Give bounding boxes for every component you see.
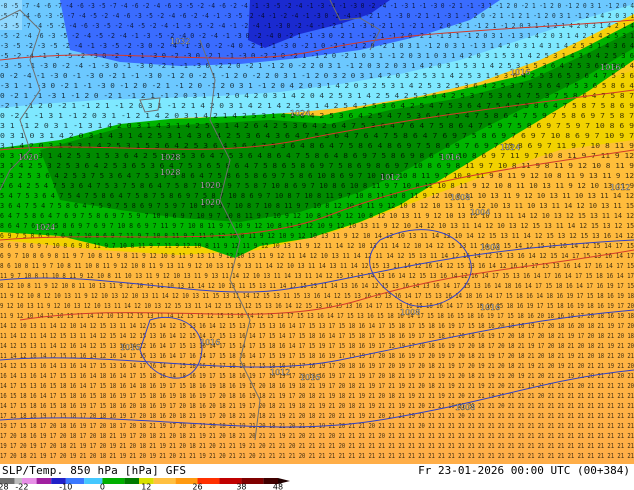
isobar-label: 1020: [200, 198, 220, 207]
colorbar-tick-label: -10: [59, 483, 72, 490]
isobar-label: 1024: [290, 109, 310, 118]
isobar-label: 1012: [610, 183, 630, 192]
digit-row: 6 9 7 5 8 6 9 7 6 9 7 10 8 6 9 7 11 9 7 …: [0, 232, 634, 240]
digit-row: 9 12 10 13 11 9 12 10 13 12 10 13 11 14 …: [0, 302, 634, 310]
digit-row: 8 6 9 8 6 9 7 10 8 6 9 8 11 9 7 10 8 11 …: [0, 242, 634, 250]
valid-time: Fr 23-01-2026 00:00 UTC (00+384): [418, 464, 630, 477]
colorbar-tick-label: -28: [0, 483, 9, 490]
colorbar-tick-label: 26: [192, 483, 202, 490]
digit-row: 14 12 10 13 11 14 12 10 14 12 15 13 11 1…: [0, 322, 634, 330]
digit-row: 8 6 4 7 6 9 7 5 8 6 9 7 6 9 7 10 8 6 9 7…: [0, 222, 634, 230]
isobar-label: 1024: [35, 223, 55, 232]
isobar-label: 1028: [160, 168, 180, 177]
digit-row: 3 6 4 7 5 4 7 5 8 6 4 7 5 9 7 5 8 6 9 7 …: [0, 202, 634, 210]
digit-row: 11 14 12 11 14 12 15 13 11 14 12 15 14 1…: [0, 332, 634, 340]
digit-row: 5 3 2 5 3 6 4 2 5 3 7 5 3 6 4 7 5 3 7 5 …: [0, 172, 634, 180]
digit-row: -3 1 -1 -3 0 -2 1 -1 -3 0 -1 2 0 -2 1 -1…: [0, 82, 634, 90]
digit-row: 3 6 4 2 5 4 7 5 3 6 4 7 5 3 7 5 8 6 4 7 …: [0, 182, 634, 190]
colorbar-swatch: [102, 478, 125, 484]
isobar-label: 1012: [380, 173, 400, 182]
digit-row: 3 1 -1 2 0 3 1 -1 3 1 4 2 0 3 1 4 3 1 4 …: [0, 122, 634, 130]
digit-row: 3 1 4 2 5 3 2 5 3 6 4 2 5 3 6 5 3 6 4 7 …: [0, 162, 634, 170]
digit-row: 19 17 20 19 17 20 18 21 19 17 20 19 21 2…: [0, 442, 634, 450]
map-footer: SLP/Temp. 850 hPa [hPa] GFS Fr 23-01-202…: [0, 464, 634, 490]
digit-row: 8 12 10 8 11 9 12 10 8 11 10 13 11 9 12 …: [0, 282, 634, 290]
digit-row: 14 17 15 18 16 15 18 16 19 17 15 18 16 2…: [0, 402, 634, 410]
isobar-label: 1016: [600, 63, 620, 72]
isobar-label: 1000: [480, 243, 500, 252]
colorbar-tick-label: 48: [273, 483, 283, 490]
isobar-label: 1016: [480, 303, 500, 312]
digit-row: -8 -5 -7 -4 -6 -7 -4 -6 -3 -5 -7 -4 -6 -…: [0, 2, 634, 10]
digit-row: 0 3 1 0 3 1 4 2 0 3 1 4 3 1 4 2 5 3 1 4 …: [0, 132, 634, 140]
colorbar-swatch: [153, 478, 176, 484]
digit-row: 8 6 10 8 11 9 7 10 8 11 10 8 11 9 12 10 …: [0, 262, 634, 270]
digit-row: 16 15 18 16 14 17 15 18 16 15 18 16 19 1…: [0, 392, 634, 400]
digit-row: 6 4 7 5 8 6 4 7 6 9 7 5 8 6 9 7 5 9 7 10…: [0, 212, 634, 220]
digit-row: 17 20 18 21 19 17 20 19 21 20 18 21 19 2…: [0, 452, 634, 460]
isobar-label: 1016: [300, 373, 320, 382]
isobar-label: 1008: [450, 193, 470, 202]
digit-row: 5 4 7 5 3 6 4 7 5 4 7 5 8 6 4 7 5 8 7 5 …: [0, 192, 634, 200]
isobar-label: 1028: [160, 153, 180, 162]
isobar-label: 1020: [18, 153, 38, 162]
digit-row: 0 -2 -4 -1 -3 0 -1 -3 0 -2 1 -1 -3 0 -1 …: [0, 72, 634, 80]
colorbar-tick-label: 0: [100, 483, 105, 490]
isobar-label: 1016: [120, 343, 140, 352]
colorbar-tick-label: 38: [236, 483, 246, 490]
digit-row: 14 12 15 13 11 14 12 16 14 12 15 13 16 1…: [0, 342, 634, 350]
digit-row: -5 -2 -4 -1 -3 -5 -2 -3 0 -2 -4 -1 -3 0 …: [0, 52, 634, 60]
colorbar-tick-label: -22: [15, 483, 28, 490]
digit-row: -3 -5 -2 -3 -5 -2 -4 -1 -3 -5 -2 -3 0 -2…: [0, 42, 634, 50]
map-title: SLP/Temp. 850 hPa [hPa] GFS: [2, 464, 187, 477]
isobar-label: 1016: [440, 153, 460, 162]
map-svg: -8 -5 -7 -4 -6 -7 -4 -6 -3 -5 -7 -4 -6 -…: [0, 0, 634, 464]
digit-row: -3 -5 -7 -4 -5 -2 -4 -6 -3 -5 -2 -4 -5 -…: [0, 22, 634, 30]
digit-row: -2 1 -1 2 0 -2 1 -1 2 1 -1 2 0 3 1 -1 2 …: [0, 102, 634, 110]
temperature-colorbar: -28 -22 -10 0 12 26 38 48: [0, 478, 290, 490]
colorbar-tick-label: 12: [141, 483, 151, 490]
colorbar-swatch: [36, 478, 52, 484]
isobar-label: 1016: [200, 338, 220, 347]
digit-row: 11 9 12 10 8 12 10 13 11 9 12 10 13 12 1…: [0, 292, 634, 300]
isobar-label: 1032: [170, 37, 190, 46]
digit-row: 11 9 7 10 8 11 10 8 11 9 12 10 8 11 10 1…: [0, 272, 634, 280]
digit-row: 0 -2 1 -1 3 1 -1 2 0 3 1 -1 2 1 4 2 0 3 …: [0, 112, 634, 120]
digit-row: 17 20 18 16 19 17 20 18 17 20 18 21 19 1…: [0, 432, 634, 440]
digit-row: -3 -5 -1 -3 0 -2 -4 -1 -3 0 -1 -3 0 -2 1…: [0, 62, 634, 70]
isobar-label: 1020: [200, 181, 220, 190]
isobar-label: 1004: [470, 208, 490, 217]
digit-row: -5 -2 -4 -6 -3 -5 -2 -4 -5 -2 -4 -1 -3 -…: [0, 32, 634, 40]
digit-row: 0 3 1 5 3 1 4 2 5 3 1 5 3 6 4 2 5 3 6 5 …: [0, 152, 634, 160]
isobar-label: 1016: [510, 68, 530, 77]
weather-map: -8 -5 -7 -4 -6 -7 -4 -6 -3 -5 -7 -4 -6 -…: [0, 0, 634, 464]
isobar-label: 1024: [500, 143, 520, 152]
digit-row: 6 9 7 10 8 6 9 8 11 9 7 10 8 11 9 8 11 9…: [0, 252, 634, 260]
digit-row: 3 1 4 2 0 3 1 5 3 1 4 2 5 3 1 5 3 6 4 2 …: [0, 142, 634, 150]
isobar-label: 1012: [270, 368, 290, 377]
digit-row: -5 -7 -4 -6 -3 -5 -7 -4 -5 -2 -4 -6 -3 -…: [0, 12, 634, 20]
isobar-label: 1008: [400, 308, 420, 317]
colorbar-swatch: [124, 478, 139, 484]
digit-row: 0 -2 1 -1 -3 1 -1 2 0 -2 1 -1 2 1 -1 2 0…: [0, 92, 634, 100]
isobar-label: 1008: [455, 403, 475, 412]
